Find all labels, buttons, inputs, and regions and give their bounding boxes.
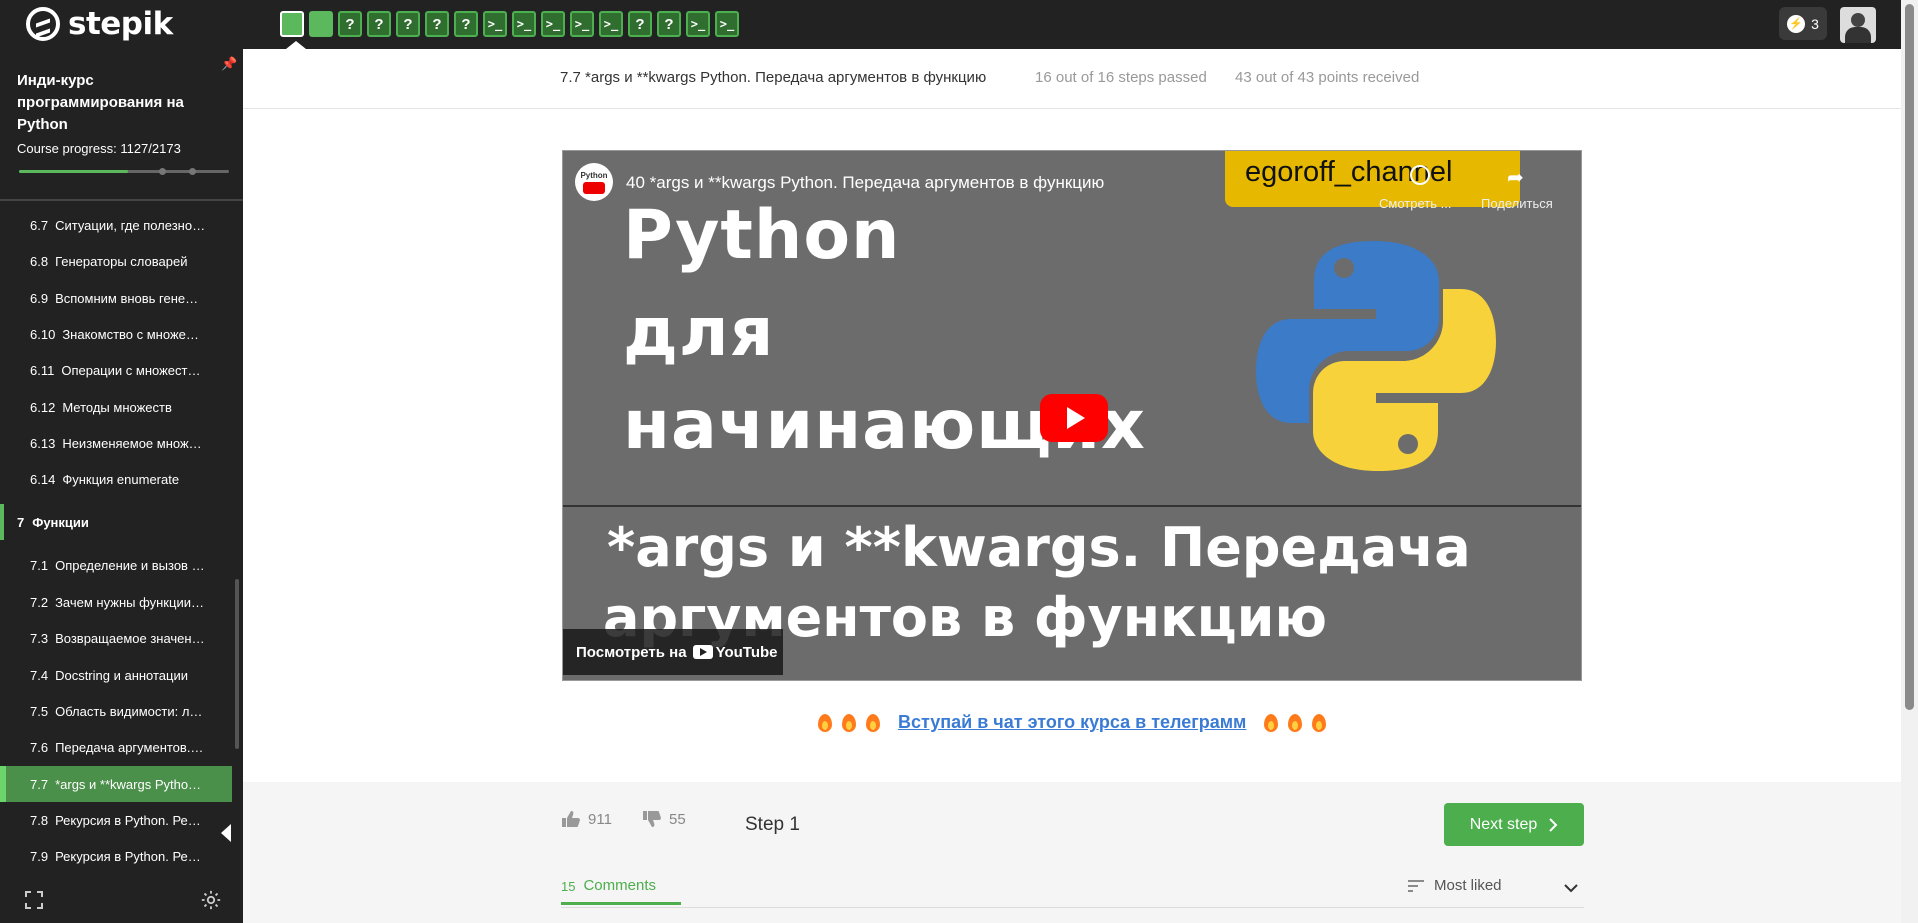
gear-icon[interactable] (200, 889, 222, 911)
sidebar-scrollbar[interactable] (235, 579, 239, 749)
lesson-7-8[interactable]: 7.8 Рекурсия в Python. Ре… (0, 802, 232, 838)
step-1-video[interactable] (280, 11, 304, 37)
thumbnail-line-1: Python (623, 196, 901, 275)
course-progress-bar (19, 168, 229, 175)
step-13-quiz[interactable]: ? (628, 11, 652, 37)
fullscreen-icon[interactable] (25, 891, 43, 909)
course-sidebar: 📌 Инди-курс программирования на Python C… (0, 49, 243, 923)
comments-sort-dropdown[interactable]: Most liked (1408, 877, 1502, 894)
lesson-7-9[interactable]: 7.9 Рекурсия в Python. Ре… (0, 838, 232, 874)
step-3-quiz[interactable]: ? (338, 11, 362, 37)
step-16-code[interactable]: >_ (715, 11, 739, 37)
step-15-code[interactable]: >_ (686, 11, 710, 37)
section-7[interactable]: 7 Функции (0, 504, 232, 540)
step-5-quiz[interactable]: ? (396, 11, 420, 37)
lesson-header: 7.7 *args и **kwargs Python. Передача ар… (243, 49, 1901, 109)
lesson-6-13[interactable]: 6.13 Неизменяемое множ… (0, 425, 232, 461)
channel-avatar[interactable]: Python (575, 163, 613, 201)
like-count: 911 (588, 810, 612, 828)
comments-count: 15 (561, 879, 576, 894)
lesson-7-3[interactable]: 7.3 Возвращаемое значен… (0, 620, 232, 656)
energy-counter[interactable]: ⚡ 3 (1779, 7, 1827, 40)
stepik-logo-icon (26, 7, 60, 41)
thumbnail-subtitle-1: *args и **kwargs. Передача (607, 516, 1471, 579)
step-12-code[interactable]: >_ (599, 11, 623, 37)
lesson-7-7-active[interactable]: 7.7 *args и **kwargs Pytho… (0, 766, 232, 802)
python-logo-icon (1256, 241, 1496, 471)
course-progress-fill (19, 170, 128, 173)
step-9-code[interactable]: >_ (512, 11, 536, 37)
chevron-down-icon[interactable] (1563, 880, 1579, 896)
fire-icon (866, 713, 880, 732)
stepik-logo-text: stepik (68, 6, 173, 42)
lesson-7-2[interactable]: 7.2 Зачем нужны функции… (0, 584, 232, 620)
course-progress-label: Course progress: 1127/2173 (17, 141, 181, 156)
comments-label: Comments (583, 877, 656, 894)
page-scrollbar[interactable] (1901, 0, 1918, 923)
current-step-caret (286, 41, 306, 49)
fire-icon (842, 713, 856, 732)
step-4-quiz[interactable]: ? (367, 11, 391, 37)
chevron-right-icon (1549, 817, 1558, 832)
step-navigation: ? ? ? ? ? >_ >_ >_ >_ >_ ? ? >_ >_ (280, 11, 739, 37)
course-title[interactable]: Инди-курс программирования на Python (17, 70, 217, 136)
video-title[interactable]: 40 *args и **kwargs Python. Передача арг… (626, 173, 1104, 193)
lesson-6-12[interactable]: 6.12 Методы множеств (0, 389, 232, 425)
sort-icon (1408, 879, 1424, 892)
thumbs-down-icon (643, 811, 661, 827)
watch-on-youtube-button[interactable]: Посмотреть на YouTube (563, 629, 783, 675)
step-11-code[interactable]: >_ (570, 11, 594, 37)
share-button[interactable]: Поделиться (1481, 196, 1553, 211)
lesson-6-8[interactable]: 6.8 Генераторы словарей (0, 243, 232, 279)
steps-passed: 16 out of 16 steps passed (1035, 69, 1207, 86)
play-button[interactable] (1040, 394, 1108, 442)
tab-comments[interactable]: 15 Comments (561, 877, 681, 905)
lesson-7-6[interactable]: 7.6 Передача аргументов.… (0, 729, 232, 765)
clock-icon[interactable] (1410, 165, 1430, 185)
thumbnail-line-2: для (623, 293, 775, 372)
points-received: 43 out of 43 points received (1235, 69, 1420, 86)
fire-icon (1264, 713, 1279, 732)
youtube-logo-icon: YouTube (692, 644, 778, 661)
stepik-logo[interactable]: stepik (26, 6, 173, 42)
telegram-chat-link[interactable]: Вступай в чат этого курса в телеграмм (898, 712, 1246, 733)
watch-later-button[interactable]: Смотреть ... (1379, 196, 1451, 211)
step-label: Step 1 (745, 814, 800, 835)
step-2-video[interactable] (309, 11, 333, 37)
energy-count: 3 (1811, 15, 1819, 32)
lesson-7-5[interactable]: 7.5 Область видимости: л… (0, 693, 232, 729)
lesson-6-10[interactable]: 6.10 Знакомство с множе… (0, 316, 232, 352)
fire-icon (1312, 713, 1327, 732)
step-8-code[interactable]: >_ (483, 11, 507, 37)
lesson-6-9[interactable]: 6.9 Вспомним вновь гене… (0, 280, 232, 316)
step-7-quiz[interactable]: ? (454, 11, 478, 37)
lesson-title: 7.7 *args и **kwargs Python. Передача ар… (560, 69, 987, 86)
dislike-count: 55 (669, 810, 686, 828)
youtube-video-player[interactable]: Python 40 *args и **kwargs Python. Перед… (562, 150, 1582, 681)
user-avatar[interactable] (1840, 7, 1876, 43)
lesson-6-11[interactable]: 6.11 Операции с множест… (0, 352, 232, 388)
lesson-6-7[interactable]: 6.7 Ситуации, где полезно… (0, 207, 232, 243)
like-button[interactable]: 911 (561, 810, 612, 828)
next-step-button[interactable]: Next step (1444, 803, 1584, 846)
step-14-quiz[interactable]: ? (657, 11, 681, 37)
dislike-button[interactable]: 55 (642, 810, 686, 828)
step-10-code[interactable]: >_ (541, 11, 565, 37)
lesson-7-1[interactable]: 7.1 Определение и вызов … (0, 547, 232, 583)
channel-badge: egoroff_channel (1225, 151, 1520, 207)
fire-icon (818, 713, 832, 732)
step-6-quiz[interactable]: ? (425, 11, 449, 37)
share-icon[interactable]: ➦ (1507, 165, 1524, 190)
step-footer: 911 55 Step 1 Next step 15 Comments Most… (243, 782, 1901, 923)
lesson-6-14[interactable]: 6.14 Функция enumerate (0, 461, 232, 497)
top-bar: stepik ? ? ? ? ? >_ >_ >_ >_ >_ ? ? >_ >… (0, 0, 1918, 49)
lesson-7-4[interactable]: 7.4 Docstring и аннотации (0, 657, 232, 693)
sort-label: Most liked (1434, 877, 1502, 894)
fire-icon (1288, 713, 1303, 732)
telegram-promo: Вступай в чат этого курса в телеграмм (818, 712, 1327, 733)
lightning-icon: ⚡ (1787, 14, 1806, 33)
thumbs-up-icon (562, 811, 580, 827)
pin-icon[interactable]: 📌 (221, 56, 237, 72)
